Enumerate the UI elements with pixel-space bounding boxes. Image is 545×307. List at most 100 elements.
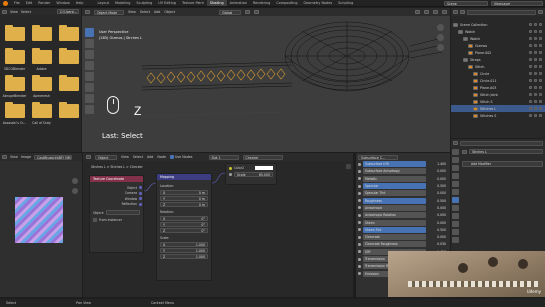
snap-icon[interactable] — [245, 10, 251, 14]
folder-item[interactable] — [1, 25, 28, 44]
eye-icon[interactable] — [534, 51, 537, 54]
output-socket[interactable] — [139, 202, 142, 206]
outliner-row[interactable]: Circle — [451, 70, 545, 77]
checkbox-icon[interactable] — [529, 58, 532, 61]
folder-item[interactable]: AbrupeBlender — [1, 75, 28, 98]
image-menu[interactable]: Image — [21, 155, 31, 159]
bsdf-field-subsurface-ior[interactable]: Subsurface IOR 1.400 — [358, 161, 448, 168]
scale-x-field[interactable]: X 1.000 — [160, 242, 208, 247]
blender-logo-icon[interactable] — [3, 0, 8, 6]
checkbox-icon[interactable] — [529, 114, 532, 117]
object-tab-icon[interactable] — [452, 189, 459, 195]
camera-icon[interactable] — [539, 51, 542, 54]
location-x-field[interactable]: X 0 m — [160, 190, 208, 195]
zoom-icon[interactable] — [72, 178, 78, 184]
viewport-shading-material-icon[interactable] — [433, 10, 438, 14]
menu-help[interactable]: Help — [73, 0, 87, 6]
eye-icon[interactable] — [534, 93, 537, 96]
editor-type-icon[interactable] — [86, 155, 91, 159]
outliner-row[interactable]: Watch — [451, 28, 545, 35]
viewport-shading-solid-icon[interactable] — [424, 10, 429, 14]
input-socket[interactable] — [358, 228, 361, 232]
input-socket[interactable] — [358, 213, 361, 217]
color2-socket[interactable] — [229, 166, 232, 170]
checkbox-icon[interactable] — [529, 100, 532, 103]
checkbox-icon[interactable] — [529, 93, 532, 96]
node-menu-select[interactable]: Select — [133, 155, 143, 159]
view-layer-selector[interactable]: ViewLayer — [491, 0, 543, 6]
input-socket[interactable] — [358, 177, 361, 181]
checker-texture-node[interactable]: Color2 Scale 65.000 — [225, 163, 277, 185]
input-socket[interactable] — [358, 264, 361, 268]
workspace-tab-sculpting[interactable]: Sculpting — [133, 0, 155, 6]
camera-icon[interactable] — [539, 23, 542, 26]
outliner-search-input[interactable] — [467, 9, 536, 15]
eye-icon[interactable] — [534, 79, 537, 82]
checkbox-icon[interactable] — [529, 44, 532, 47]
input-socket[interactable] — [358, 191, 361, 195]
eye-icon[interactable] — [534, 23, 537, 26]
outliner-row[interactable]: Straps — [451, 56, 545, 63]
checkbox-icon[interactable] — [529, 65, 532, 68]
workspace-tab-scripting[interactable]: Scripting — [335, 0, 356, 6]
workspace-tab-compositing[interactable]: Compositing — [273, 0, 300, 6]
eye-icon[interactable] — [534, 37, 537, 40]
editor-type-icon[interactable] — [2, 155, 7, 159]
scene-selector[interactable]: Scene — [444, 0, 488, 6]
workspace-tab-shading[interactable]: Shading — [206, 0, 227, 6]
checker-scale-field[interactable]: Scale 65.000 — [234, 172, 273, 177]
object-picker-field[interactable] — [106, 210, 140, 215]
menu-window[interactable]: Window — [53, 0, 72, 6]
checkbox-icon[interactable] — [529, 107, 532, 110]
input-socket[interactable] — [358, 272, 361, 276]
scale-tool-icon[interactable] — [85, 72, 94, 81]
camera-icon[interactable] — [539, 114, 542, 117]
use-nodes-checkbox[interactable] — [170, 155, 174, 159]
eye-icon[interactable] — [534, 100, 537, 103]
texture-coordinate-node[interactable]: Texture Coordinate Object Camera Window Ref… — [89, 175, 144, 253]
camera-icon[interactable] — [539, 58, 542, 61]
outliner-row[interactable]: Gizmos — [451, 42, 545, 49]
modifier-tab-icon[interactable] — [452, 197, 459, 203]
outliner-row[interactable]: Stitches L — [451, 105, 545, 112]
shader-node-editor[interactable]: Object View Select Add Node Use Nodes Slot … — [83, 153, 353, 297]
file-browser-view-menu[interactable]: View — [10, 10, 18, 14]
menu-edit[interactable]: Edit — [23, 0, 36, 6]
workspace-tab-modeling[interactable]: Modeling — [112, 0, 133, 6]
zoom-icon[interactable] — [436, 24, 444, 31]
object-mode-dropdown[interactable]: Object Mode — [94, 9, 124, 15]
add-modifier-button[interactable]: Add Modifier — [462, 161, 543, 167]
subsurface-method-dropdown[interactable]: Subsurface C... — [358, 154, 398, 160]
bsdf-field-roughness[interactable]: Roughness 0.500 — [358, 197, 448, 204]
image-name-field[interactable]: CastBlueprintBFI_NM — [34, 154, 73, 160]
viewport-3d[interactable]: Object Mode View Select Add Object Global U… — [82, 8, 450, 152]
checkbox-icon[interactable] — [529, 72, 532, 75]
particles-tab-icon[interactable] — [452, 205, 459, 211]
input-socket[interactable] — [358, 257, 361, 261]
bsdf-field-subsurface-anisotropy[interactable]: Subsurface Anisotropy 0.000 — [358, 168, 448, 175]
editor-type-icon[interactable] — [453, 141, 458, 145]
folder-item[interactable] — [55, 75, 82, 98]
viewport-shading-render-icon[interactable] — [442, 10, 447, 14]
viewport-menu-object[interactable]: Object — [164, 10, 175, 14]
outliner-row[interactable]: Circle.011 — [451, 77, 545, 84]
watch-wireframe[interactable] — [142, 16, 442, 152]
folder-item[interactable] — [55, 48, 82, 71]
bsdf-field-anisotropic-rotation[interactable]: Anisotropic Rotation 0.000 — [358, 212, 448, 219]
eye-icon[interactable] — [534, 114, 537, 117]
camera-view-icon[interactable] — [436, 44, 444, 51]
output-tab-icon[interactable] — [452, 165, 459, 171]
outliner-row[interactable]: Stitch Joint — [451, 91, 545, 98]
bsdf-field-specular[interactable]: Specular 0.500 — [358, 183, 448, 190]
checkbox-icon[interactable] — [529, 23, 532, 26]
checkbox-icon[interactable] — [529, 37, 532, 40]
tool-tab-icon[interactable] — [452, 149, 459, 155]
node-menu-node[interactable]: Node — [157, 155, 166, 159]
bsdf-field-clearcoat[interactable]: Clearcoat 0.000 — [358, 234, 448, 241]
properties-search-input[interactable] — [460, 140, 543, 146]
checkbox-icon[interactable] — [529, 51, 532, 54]
select-tool-icon[interactable] — [85, 28, 94, 37]
camera-icon[interactable] — [539, 65, 542, 68]
outliner-row[interactable]: Scene Collection — [451, 21, 545, 28]
pan-icon[interactable] — [436, 34, 444, 41]
